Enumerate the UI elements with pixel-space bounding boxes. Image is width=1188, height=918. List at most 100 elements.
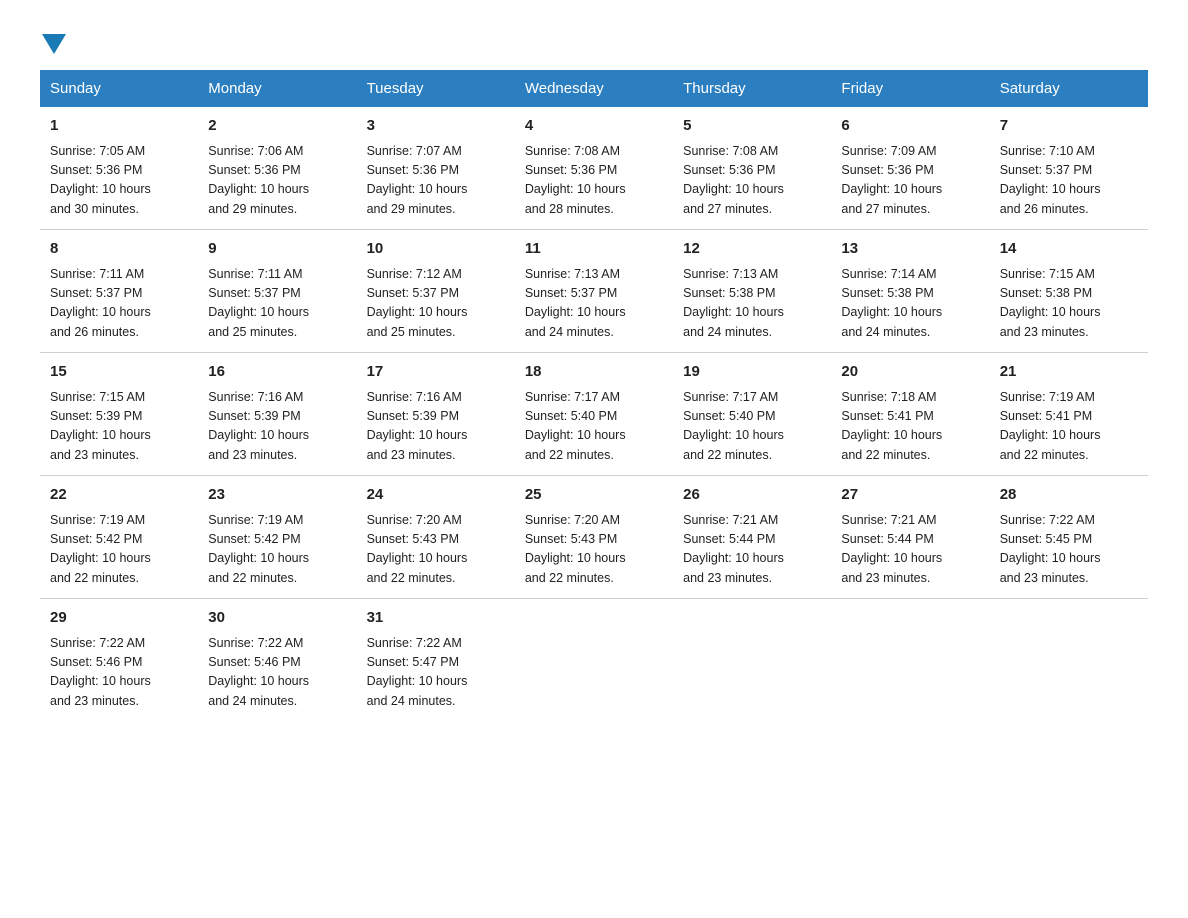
day-info: Sunrise: 7:22 AMSunset: 5:46 PMDaylight:… (208, 634, 346, 712)
day-number: 29 (50, 607, 188, 630)
day-info: Sunrise: 7:21 AMSunset: 5:44 PMDaylight:… (841, 511, 979, 589)
calendar-cell: 16 Sunrise: 7:16 AMSunset: 5:39 PMDayligh… (198, 353, 356, 476)
calendar-cell: 3 Sunrise: 7:07 AMSunset: 5:36 PMDaylight… (357, 107, 515, 230)
day-info: Sunrise: 7:14 AMSunset: 5:38 PMDaylight:… (841, 265, 979, 343)
calendar-cell: 5Sunrise: 7:08 AMSunset: 5:36 PMDaylight… (673, 107, 831, 230)
calendar-cell: 7 Sunrise: 7:10 AMSunset: 5:37 PMDaylight… (990, 107, 1148, 230)
calendar-cell: 6 Sunrise: 7:09 AMSunset: 5:36 PMDaylight… (831, 107, 989, 230)
day-number: 18 (525, 361, 663, 384)
day-info: Sunrise: 7:12 AMSunset: 5:37 PMDaylight:… (367, 265, 505, 343)
day-number: 13 (841, 238, 979, 261)
day-number: 14 (1000, 238, 1138, 261)
day-number: 4 (525, 115, 663, 138)
day-number: 25 (525, 484, 663, 507)
weekday-header-wednesday: Wednesday (515, 70, 673, 107)
day-number: 16 (208, 361, 346, 384)
calendar-cell: 4 Sunrise: 7:08 AMSunset: 5:36 PMDaylight… (515, 107, 673, 230)
day-number: 8 (50, 238, 188, 261)
calendar-cell: 26 Sunrise: 7:21 AMSunset: 5:44 PMDayligh… (673, 476, 831, 599)
day-number: 15 (50, 361, 188, 384)
day-number: 28 (1000, 484, 1138, 507)
day-info: Sunrise: 7:22 AMSunset: 5:47 PMDaylight:… (367, 634, 505, 712)
calendar-cell: 25 Sunrise: 7:20 AMSunset: 5:43 PMDayligh… (515, 476, 673, 599)
calendar-week-row: 22Sunrise: 7:19 AMSunset: 5:42 PMDayligh… (40, 476, 1148, 599)
calendar-week-row: 29 Sunrise: 7:22 AMSunset: 5:46 PMDayligh… (40, 599, 1148, 722)
calendar-cell: 2Sunrise: 7:06 AMSunset: 5:36 PMDaylight… (198, 107, 356, 230)
calendar-cell: 9Sunrise: 7:11 AMSunset: 5:37 PMDaylight… (198, 230, 356, 353)
calendar-cell: 29 Sunrise: 7:22 AMSunset: 5:46 PMDayligh… (40, 599, 198, 722)
calendar-cell: 1 Sunrise: 7:05 AMSunset: 5:36 PMDaylight… (40, 107, 198, 230)
day-number: 6 (841, 115, 979, 138)
day-number: 31 (367, 607, 505, 630)
day-number: 1 (50, 115, 188, 138)
calendar-cell: 22Sunrise: 7:19 AMSunset: 5:42 PMDayligh… (40, 476, 198, 599)
calendar-cell (831, 599, 989, 722)
day-info: Sunrise: 7:10 AMSunset: 5:37 PMDaylight:… (1000, 142, 1138, 220)
weekday-header-sunday: Sunday (40, 70, 198, 107)
day-info: Sunrise: 7:05 AMSunset: 5:36 PMDaylight:… (50, 142, 188, 220)
page-header (40, 30, 1148, 46)
calendar-table: SundayMondayTuesdayWednesdayThursdayFrid… (40, 70, 1148, 721)
day-number: 21 (1000, 361, 1138, 384)
day-info: Sunrise: 7:15 AMSunset: 5:39 PMDaylight:… (50, 388, 188, 466)
day-info: Sunrise: 7:06 AMSunset: 5:36 PMDaylight:… (208, 142, 346, 220)
day-number: 30 (208, 607, 346, 630)
weekday-header-saturday: Saturday (990, 70, 1148, 107)
day-number: 10 (367, 238, 505, 261)
calendar-cell: 23 Sunrise: 7:19 AMSunset: 5:42 PMDayligh… (198, 476, 356, 599)
day-info: Sunrise: 7:16 AMSunset: 5:39 PMDaylight:… (208, 388, 346, 466)
day-info: Sunrise: 7:21 AMSunset: 5:44 PMDaylight:… (683, 511, 821, 589)
day-info: Sunrise: 7:20 AMSunset: 5:43 PMDaylight:… (525, 511, 663, 589)
calendar-cell: 27 Sunrise: 7:21 AMSunset: 5:44 PMDayligh… (831, 476, 989, 599)
weekday-header-thursday: Thursday (673, 70, 831, 107)
day-number: 23 (208, 484, 346, 507)
day-number: 12 (683, 238, 821, 261)
calendar-cell: 31 Sunrise: 7:22 AMSunset: 5:47 PMDayligh… (357, 599, 515, 722)
calendar-cell: 19 Sunrise: 7:17 AMSunset: 5:40 PMDayligh… (673, 353, 831, 476)
day-info: Sunrise: 7:17 AMSunset: 5:40 PMDaylight:… (683, 388, 821, 466)
day-info: Sunrise: 7:11 AMSunset: 5:37 PMDaylight:… (50, 265, 188, 343)
calendar-cell: 30 Sunrise: 7:22 AMSunset: 5:46 PMDayligh… (198, 599, 356, 722)
day-info: Sunrise: 7:22 AMSunset: 5:46 PMDaylight:… (50, 634, 188, 712)
day-number: 19 (683, 361, 821, 384)
calendar-cell (673, 599, 831, 722)
calendar-week-row: 8 Sunrise: 7:11 AMSunset: 5:37 PMDaylight… (40, 230, 1148, 353)
calendar-cell: 21 Sunrise: 7:19 AMSunset: 5:41 PMDayligh… (990, 353, 1148, 476)
calendar-cell (515, 599, 673, 722)
day-info: Sunrise: 7:13 AMSunset: 5:37 PMDaylight:… (525, 265, 663, 343)
day-number: 17 (367, 361, 505, 384)
day-number: 3 (367, 115, 505, 138)
day-info: Sunrise: 7:19 AMSunset: 5:42 PMDaylight:… (208, 511, 346, 589)
day-number: 11 (525, 238, 663, 261)
calendar-cell: 10 Sunrise: 7:12 AMSunset: 5:37 PMDayligh… (357, 230, 515, 353)
calendar-cell: 12 Sunrise: 7:13 AMSunset: 5:38 PMDayligh… (673, 230, 831, 353)
weekday-header-row: SundayMondayTuesdayWednesdayThursdayFrid… (40, 70, 1148, 107)
day-number: 26 (683, 484, 821, 507)
calendar-week-row: 1 Sunrise: 7:05 AMSunset: 5:36 PMDaylight… (40, 107, 1148, 230)
day-number: 7 (1000, 115, 1138, 138)
weekday-header-friday: Friday (831, 70, 989, 107)
day-info: Sunrise: 7:19 AMSunset: 5:41 PMDaylight:… (1000, 388, 1138, 466)
day-info: Sunrise: 7:13 AMSunset: 5:38 PMDaylight:… (683, 265, 821, 343)
weekday-header-tuesday: Tuesday (357, 70, 515, 107)
weekday-header-monday: Monday (198, 70, 356, 107)
day-info: Sunrise: 7:19 AMSunset: 5:42 PMDaylight:… (50, 511, 188, 589)
day-info: Sunrise: 7:07 AMSunset: 5:36 PMDaylight:… (367, 142, 505, 220)
calendar-cell: 8 Sunrise: 7:11 AMSunset: 5:37 PMDaylight… (40, 230, 198, 353)
day-info: Sunrise: 7:15 AMSunset: 5:38 PMDaylight:… (1000, 265, 1138, 343)
calendar-cell: 15 Sunrise: 7:15 AMSunset: 5:39 PMDayligh… (40, 353, 198, 476)
day-info: Sunrise: 7:08 AMSunset: 5:36 PMDaylight:… (525, 142, 663, 220)
day-info: Sunrise: 7:22 AMSunset: 5:45 PMDaylight:… (1000, 511, 1138, 589)
day-number: 9 (208, 238, 346, 261)
day-info: Sunrise: 7:18 AMSunset: 5:41 PMDaylight:… (841, 388, 979, 466)
day-info: Sunrise: 7:09 AMSunset: 5:36 PMDaylight:… (841, 142, 979, 220)
calendar-week-row: 15 Sunrise: 7:15 AMSunset: 5:39 PMDayligh… (40, 353, 1148, 476)
calendar-cell: 24Sunrise: 7:20 AMSunset: 5:43 PMDayligh… (357, 476, 515, 599)
logo-triangle-icon (42, 34, 66, 54)
calendar-cell: 11 Sunrise: 7:13 AMSunset: 5:37 PMDayligh… (515, 230, 673, 353)
day-number: 27 (841, 484, 979, 507)
calendar-cell (990, 599, 1148, 722)
calendar-cell: 20Sunrise: 7:18 AMSunset: 5:41 PMDayligh… (831, 353, 989, 476)
logo (40, 30, 68, 46)
calendar-cell: 13 Sunrise: 7:14 AMSunset: 5:38 PMDayligh… (831, 230, 989, 353)
